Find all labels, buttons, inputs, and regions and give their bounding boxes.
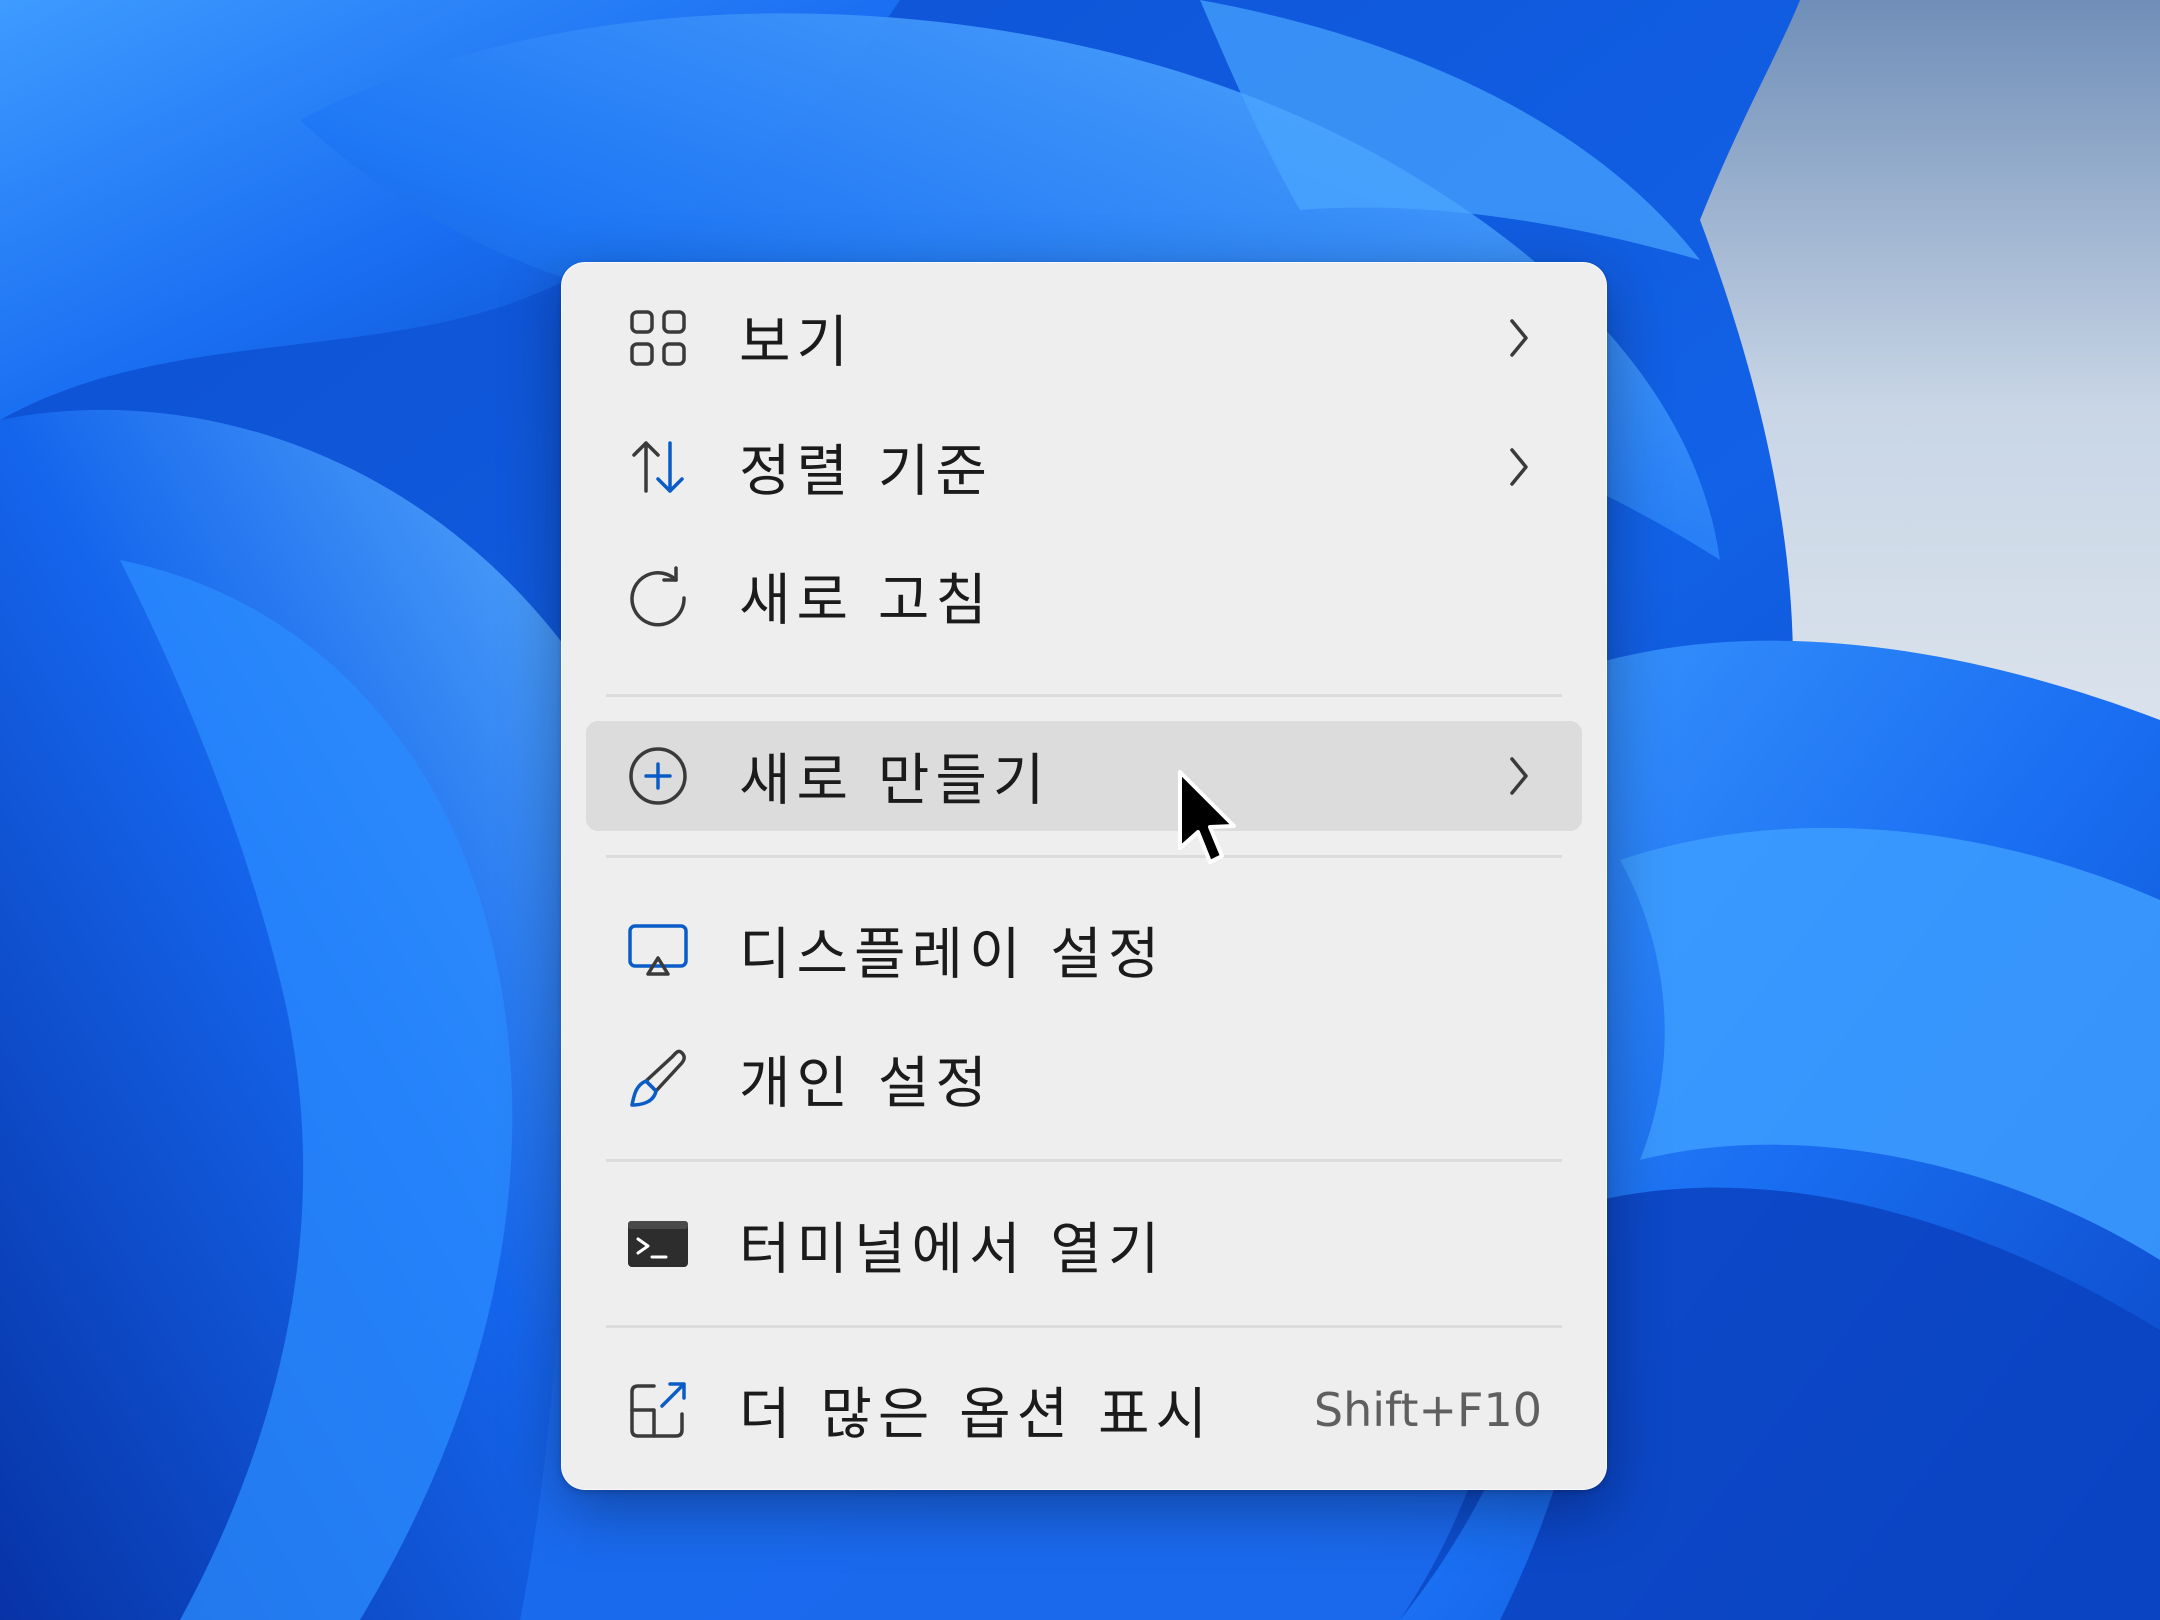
menu-item-display-settings[interactable]: 디스플레이 설정 [586, 895, 1582, 1005]
menu-item-label: 디스플레이 설정 [739, 922, 1166, 988]
grid-view-icon [626, 306, 690, 370]
menu-item-refresh[interactable]: 새로 고침 [586, 541, 1582, 651]
menu-item-label: 새로 고침 [739, 568, 993, 634]
menu-item-label: 보기 [739, 310, 855, 376]
chevron-right-icon [1504, 444, 1534, 490]
menu-item-label: 터미널에서 열기 [739, 1217, 1166, 1283]
desktop: 보기 정렬 기준 새로 고침 새로 만들기 디스플레이 설정 개인 설정 터미널… [0, 0, 2160, 1620]
menu-separator [606, 1159, 1562, 1162]
menu-item-personalize[interactable]: 개인 설정 [586, 1024, 1582, 1134]
terminal-icon [626, 1213, 690, 1277]
monitor-icon [626, 918, 690, 982]
refresh-icon [626, 564, 690, 628]
menu-separator [606, 855, 1562, 858]
open-external-icon [626, 1378, 690, 1442]
menu-item-view[interactable]: 보기 [586, 283, 1582, 393]
chevron-right-icon [1504, 315, 1534, 361]
menu-separator [606, 694, 1562, 697]
desktop-context-menu: 보기 정렬 기준 새로 고침 새로 만들기 디스플레이 설정 개인 설정 터미널… [561, 262, 1607, 1490]
menu-item-label: 더 많은 옵션 표시 [739, 1382, 1214, 1448]
sort-arrows-icon [626, 435, 690, 499]
menu-item-new[interactable]: 새로 만들기 [586, 721, 1582, 831]
plus-circle-icon [626, 744, 690, 808]
menu-separator [606, 1325, 1562, 1328]
menu-item-show-more-options[interactable]: 더 많은 옵션 표시 Shift+F10 [586, 1355, 1582, 1465]
menu-item-label: 개인 설정 [739, 1051, 993, 1117]
menu-item-label: 새로 만들기 [739, 748, 1051, 814]
paintbrush-icon [626, 1047, 690, 1111]
menu-item-sort-by[interactable]: 정렬 기준 [586, 412, 1582, 522]
chevron-right-icon [1504, 753, 1534, 799]
menu-item-label: 정렬 기준 [739, 439, 993, 505]
keyboard-shortcut: Shift+F10 [1313, 1383, 1542, 1437]
mouse-pointer-icon [1176, 770, 1236, 870]
menu-item-open-in-terminal[interactable]: 터미널에서 열기 [586, 1190, 1582, 1300]
